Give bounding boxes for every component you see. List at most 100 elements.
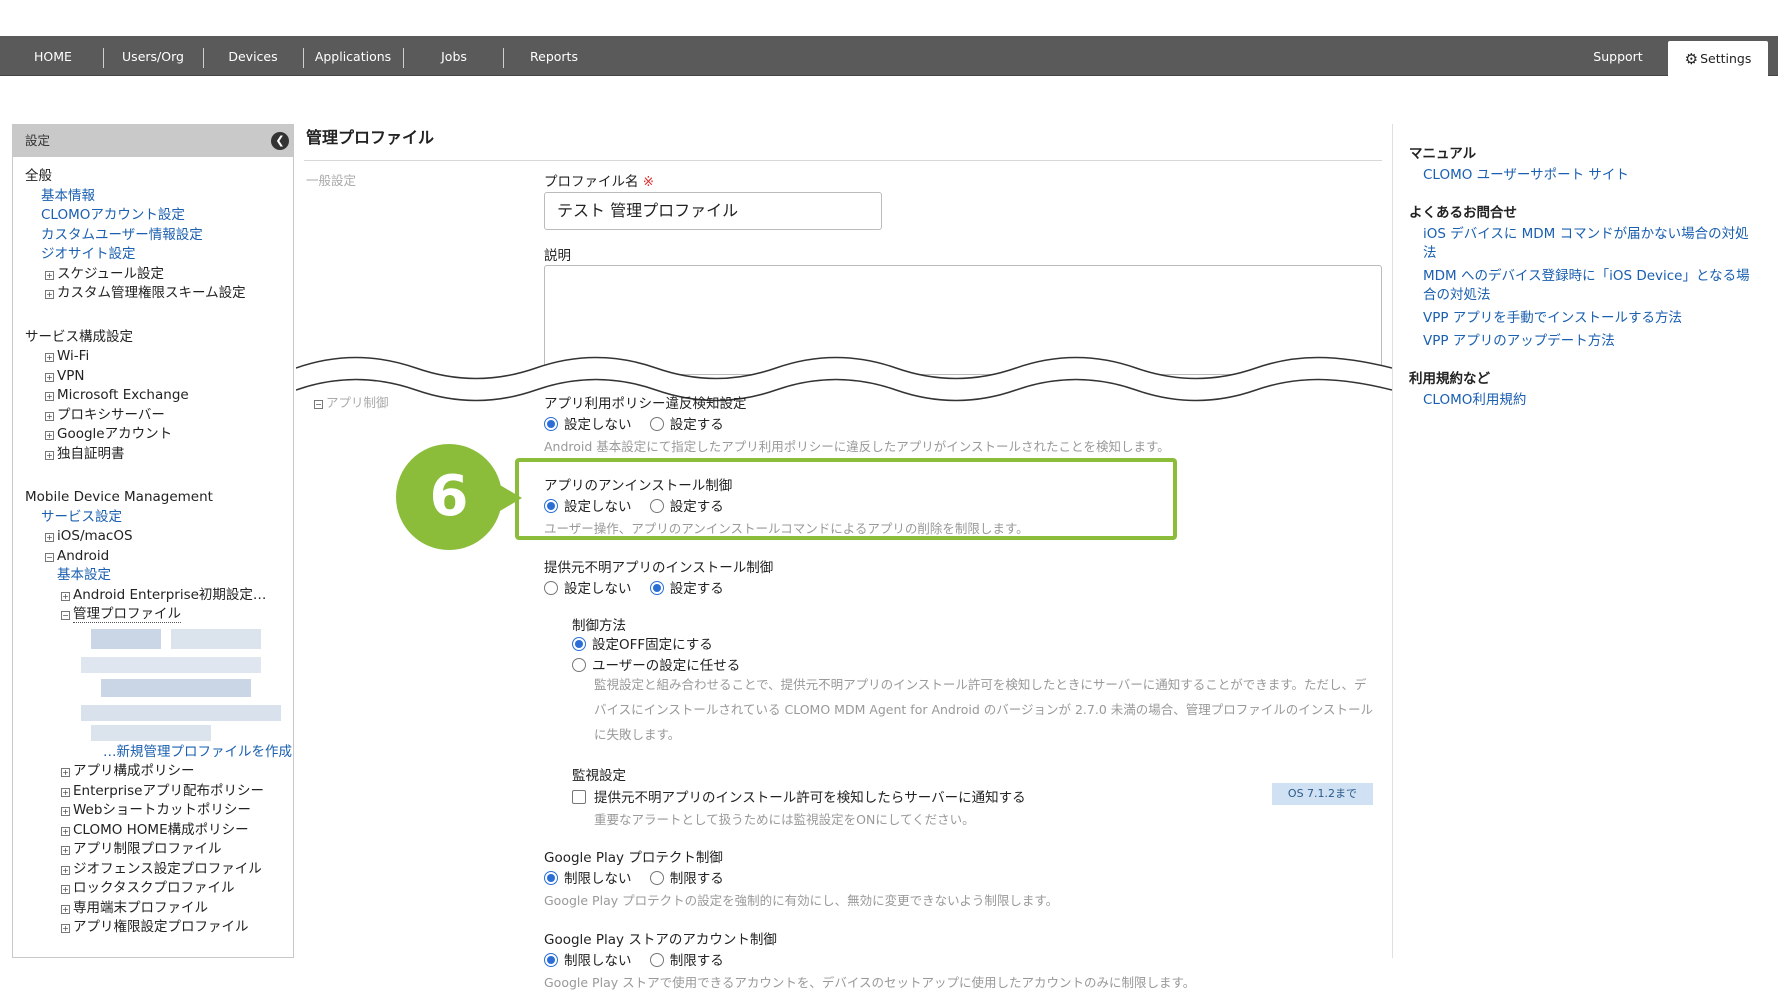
expand-icon: + — [45, 372, 54, 382]
sidebar-tree-label: Wi-Fi — [57, 348, 90, 364]
section-break-wave — [296, 356, 1392, 402]
sidebar-link-android-basic[interactable]: 基本設定 — [25, 566, 293, 586]
nav-jobs[interactable]: Jobs — [414, 36, 494, 76]
sidebar-tree-enterprise-app[interactable]: + Enterpriseアプリ配布ポリシー — [25, 782, 293, 802]
monitor-help-text: 重要なアラートとして扱うためには監視設定をONにしてください。 — [594, 812, 975, 827]
collapse-icon: − — [314, 400, 323, 409]
help-link-faq-ios-device[interactable]: MDM へのデバイス登録時に「iOS Device」となる場合の対処法 — [1423, 267, 1753, 305]
sidebar-tree-label: VPN — [57, 367, 85, 384]
radio-violation-off[interactable] — [544, 417, 558, 431]
sidebar-title: 設定 — [25, 133, 51, 148]
violation-detection-options: 設定しない 設定する — [544, 413, 738, 433]
sidebar-tree-certificate[interactable]: + 独自証明書 — [25, 445, 293, 465]
os-version-badge: OS 7.1.2まで — [1272, 783, 1373, 805]
radio-protect-off[interactable] — [544, 871, 558, 885]
section-label-app-control[interactable]: − アプリ制御 — [314, 392, 389, 411]
expand-icon: + — [61, 826, 70, 836]
sidebar-tree-label: Enterpriseアプリ配布ポリシー — [73, 782, 264, 799]
sidebar-tree-google-account[interactable]: + Googleアカウント — [25, 425, 293, 445]
radio-protect-on[interactable] — [649, 871, 664, 885]
play-protect-help-text: Google Play プロテクトの設定を強制的に有効にし、無効に変更できないよ… — [544, 893, 1059, 908]
radio-unknown-on[interactable] — [649, 581, 664, 595]
step-highlight-box — [515, 458, 1177, 540]
radio-method-fixed[interactable] — [572, 637, 586, 651]
sidebar-tree-proxy[interactable]: + プロキシサーバー — [25, 406, 293, 426]
monitor-notify-checkbox[interactable] — [572, 790, 586, 804]
expand-icon: + — [61, 846, 70, 855]
sidebar-link-clomo-account[interactable]: CLOMOアカウント設定 — [25, 206, 293, 226]
sidebar-tree-exchange[interactable]: + Microsoft Exchange — [25, 386, 293, 406]
sidebar-tree-schedule[interactable]: + スケジュール設定 — [25, 265, 293, 285]
title-divider — [304, 160, 1382, 161]
radio-store-on[interactable] — [649, 953, 664, 967]
collapse-icon: − — [45, 552, 54, 562]
help-heading-terms: 利用規約など — [1409, 371, 1490, 387]
help-panel: マニュアル CLOMO ユーザーサポート サイト よくあるお問合せ iOS デバ… — [1392, 124, 1778, 958]
sidebar-link-basic-info[interactable]: 基本情報 — [25, 187, 293, 207]
sidebar-tree-managed-profile[interactable]: − 管理プロファイル — [25, 605, 293, 625]
sidebar-group-service: サービス構成設定 — [25, 328, 133, 345]
sidebar-tree-app-permission[interactable]: + アプリ権限設定プロファイル — [25, 918, 293, 938]
sidebar-tree-android-enterprise[interactable]: + Android Enterprise初期設定… — [25, 586, 293, 606]
help-link-support-site[interactable]: CLOMO ユーザーサポート サイト — [1423, 166, 1753, 185]
help-heading-manual: マニュアル — [1409, 146, 1477, 162]
sidebar-tree-lock-task[interactable]: + ロックタスクプロファイル — [25, 879, 293, 899]
nav-separator — [403, 48, 404, 68]
unknown-source-options: 設定しない 設定する — [544, 577, 738, 597]
collapse-icon: − — [61, 611, 70, 620]
expand-icon: + — [61, 865, 70, 875]
sidebar-link-custom-user-info[interactable]: カスタムユーザー情報設定 — [25, 226, 293, 246]
sidebar-link-service-settings[interactable]: サービス設定 — [25, 508, 293, 528]
nav-devices[interactable]: Devices — [212, 36, 294, 76]
collapse-sidebar-icon[interactable]: ❮ — [271, 132, 289, 150]
expand-icon: + — [61, 787, 70, 797]
nav-support[interactable]: Support — [1576, 36, 1660, 76]
settings-sidebar: 設定 ❮ 全般 基本情報 CLOMOアカウント設定 カスタムユーザー情報設定 ジ… — [12, 124, 294, 958]
sidebar-tree-android[interactable]: − Android — [25, 547, 293, 567]
sidebar-tree-label: カスタム管理権限スキーム設定 — [57, 285, 246, 301]
sidebar-tree-web-shortcut[interactable]: + Webショートカットポリシー — [25, 801, 293, 821]
sidebar-link-geosite[interactable]: ジオサイト設定 — [25, 245, 293, 265]
play-store-account-help-text: Google Play ストアで使用できるアカウントを、デバイスのセットアップに… — [544, 975, 1196, 990]
nav-separator — [303, 48, 304, 68]
expand-icon: + — [45, 270, 54, 280]
nav-separator — [103, 48, 104, 68]
sidebar-tree-clomo-home[interactable]: + CLOMO HOME構成ポリシー — [25, 821, 293, 841]
radio-store-off[interactable] — [544, 953, 558, 967]
sidebar-tree-dedicated-device[interactable]: + 専用端末プロファイル — [25, 899, 293, 919]
sidebar-tree-label: 専用端末プロファイル — [73, 899, 208, 916]
radio-violation-on[interactable] — [649, 417, 664, 431]
radio-unknown-off[interactable] — [544, 581, 558, 595]
sidebar-tree-app-config[interactable]: + アプリ構成ポリシー — [25, 762, 293, 782]
nav-home[interactable]: HOME — [18, 36, 88, 76]
nav-settings-tab[interactable]: ⚙ Settings — [1668, 41, 1768, 77]
monitor-checkbox-row: 提供元不明アプリのインストール許可を検知したらサーバーに通知する — [572, 786, 1026, 806]
sidebar-tree-geofence[interactable]: + ジオフェンス設定プロファイル — [25, 860, 293, 880]
sidebar-tree-vpn[interactable]: + VPN — [25, 367, 293, 387]
profile-name-label: プロファイル名 ※ — [544, 174, 655, 190]
nav-separator — [503, 48, 504, 68]
sidebar-tree-label: Android — [57, 547, 110, 564]
sidebar-tree-label: Microsoft Exchange — [57, 387, 189, 403]
sidebar-tree-label: CLOMO HOME構成ポリシー — [73, 821, 249, 838]
nav-reports[interactable]: Reports — [512, 36, 596, 76]
expand-icon: + — [61, 591, 70, 601]
nav-applications[interactable]: Applications — [308, 36, 398, 76]
sidebar-tree-app-restriction[interactable]: + アプリ制限プロファイル — [25, 840, 293, 860]
sidebar-tree-custom-permission[interactable]: + カスタム管理権限スキーム設定 — [25, 284, 293, 304]
expand-icon: + — [45, 450, 54, 460]
sidebar-link-new-profile[interactable]: …新規管理プロファイルを作成 — [25, 743, 293, 763]
help-link-faq-vpp-update[interactable]: VPP アプリのアップデート方法 — [1423, 332, 1753, 351]
description-label: 説明 — [544, 248, 571, 264]
sidebar-tree-ios[interactable]: + iOS/macOS — [25, 527, 293, 547]
profile-name-input[interactable]: テスト 管理プロファイル — [544, 192, 882, 230]
nav-users-org[interactable]: Users/Org — [110, 36, 196, 76]
expand-icon: + — [61, 904, 70, 914]
help-link-terms[interactable]: CLOMO利用規約 — [1423, 391, 1753, 410]
radio-method-user[interactable] — [572, 658, 586, 672]
help-link-faq-mdm-command[interactable]: iOS デバイスに MDM コマンドが届かない場合の対処法 — [1423, 225, 1753, 263]
help-link-faq-vpp-install[interactable]: VPP アプリを手動でインストールする方法 — [1423, 309, 1753, 328]
sidebar-tree-wifi[interactable]: + Wi-Fi — [25, 347, 293, 367]
sidebar-tree-label: アプリ制限プロファイル — [73, 841, 222, 857]
step-marker: 6 — [396, 444, 502, 550]
